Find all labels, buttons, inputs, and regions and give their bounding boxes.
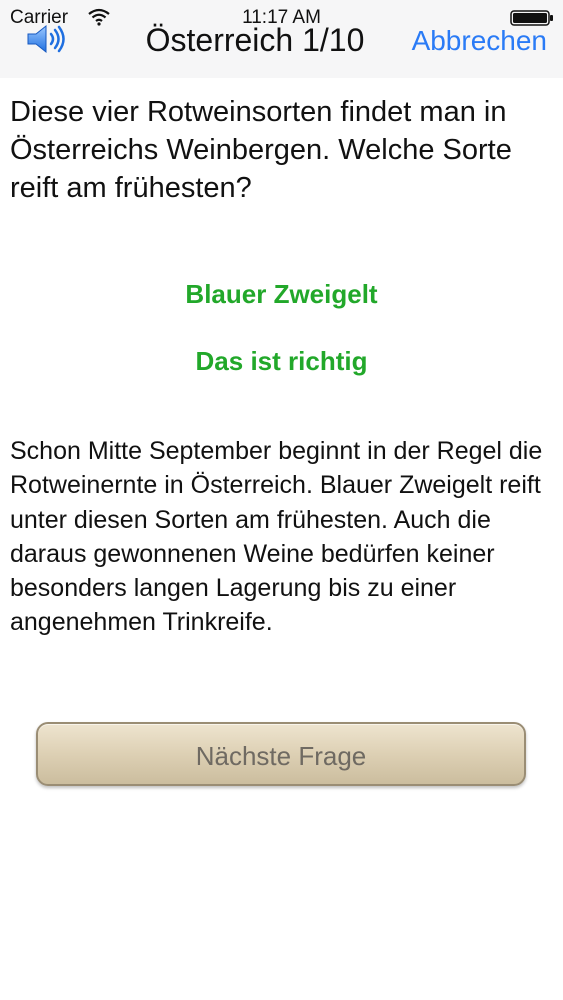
explanation-text: Schon Mitte September beginnt in der Reg…: [10, 437, 543, 637]
question-text: Diese vier Rotweinsorten findet man in Ö…: [10, 96, 512, 204]
cancel-button[interactable]: Abbrechen: [412, 24, 547, 58]
result-text: Das ist richtig: [195, 346, 368, 376]
speaker-icon[interactable]: [24, 24, 70, 54]
answer-text: Blauer Zweigelt: [185, 279, 378, 309]
page-title: Österreich 1/10: [145, 22, 365, 58]
next-question-button[interactable]: Nächste Frage: [36, 722, 526, 786]
